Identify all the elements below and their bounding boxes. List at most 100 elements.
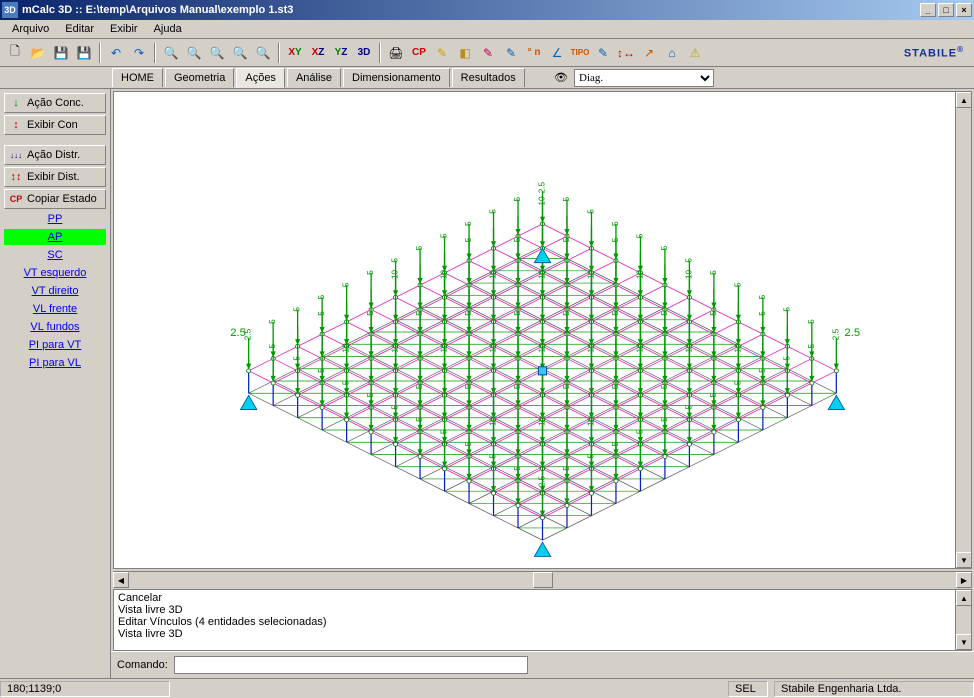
load-state-vl-frente[interactable]: VL frente [4, 301, 106, 317]
angle-button[interactable]: ∠ [546, 42, 568, 64]
support-button[interactable]: ⌂ [661, 42, 683, 64]
saveas-button[interactable]: 💾 [73, 42, 95, 64]
load-state-vt-direito[interactable]: VT direito [4, 283, 106, 299]
maximize-button[interactable]: □ [938, 3, 954, 17]
share-button[interactable]: ↗ [638, 42, 660, 64]
load-state-sc[interactable]: SC [4, 247, 106, 263]
sidebar-acao-conc[interactable]: ↓ Ação Conc. [4, 93, 106, 113]
app-icon: 3D [2, 2, 18, 18]
open-icon: 📂 [31, 46, 46, 60]
log-line: Vista livre 3D [118, 604, 967, 616]
svg-text:5: 5 [293, 307, 302, 312]
view-xy-button[interactable]: XY [284, 42, 306, 64]
open-button[interactable]: 📂 [27, 42, 49, 64]
svg-text:5: 5 [513, 311, 522, 316]
print-button[interactable]: 🖨 [385, 42, 407, 64]
warn-button[interactable]: ⚠ [684, 42, 706, 64]
horiz-scrollbar[interactable]: ◀ ▶ [113, 571, 972, 587]
new-button[interactable]: 🗋 [4, 42, 26, 64]
svg-text:10: 10 [489, 269, 498, 279]
svg-text:5: 5 [464, 441, 473, 446]
log-line: Editar Vínculos (4 entidades selecionada… [118, 616, 967, 628]
scroll-down-icon[interactable]: ▼ [956, 552, 972, 568]
tab-analise[interactable]: Análise [287, 68, 341, 87]
load-state-pi-para-vl[interactable]: PI para VL [4, 355, 106, 371]
svg-text:2.5: 2.5 [844, 327, 860, 339]
warn-icon: ⚠ [690, 46, 701, 60]
zoom-in-button[interactable]: 🔍 [229, 42, 251, 64]
svg-text:5: 5 [611, 311, 620, 316]
tab-dimensionamento[interactable]: Dimensionamento [343, 68, 450, 87]
load-state-vl-fundos[interactable]: VL fundos [4, 319, 106, 335]
svg-text:5: 5 [782, 356, 791, 361]
arrows-button[interactable]: ↕↔ [615, 42, 637, 64]
cp-icon: CP [9, 194, 23, 204]
tab-resultados[interactable]: Resultados [452, 68, 525, 87]
scroll-up-icon[interactable]: ▲ [956, 92, 972, 108]
tool-a-button[interactable]: ✎ [477, 42, 499, 64]
viewport[interactable]: 2.5555555555552.551051055551055551051055… [113, 91, 972, 569]
menu-exibir[interactable]: Exibir [102, 21, 146, 37]
tab-acoes[interactable]: Ações [236, 68, 285, 88]
tab-home[interactable]: HOME [112, 68, 163, 87]
scroll-right-icon[interactable]: ▶ [956, 572, 972, 588]
load-state-pi-para-vt[interactable]: PI para VT [4, 337, 106, 353]
redo-button[interactable]: ↷ [128, 42, 150, 64]
undo-button[interactable]: ↶ [105, 42, 127, 64]
svg-text:5: 5 [415, 245, 424, 250]
toggle-icon: ↕ [9, 119, 23, 131]
svg-text:5: 5 [807, 319, 816, 324]
sidebar-exibir-con[interactable]: ↕ Exibir Con [4, 115, 106, 135]
scroll-up-icon[interactable]: ▲ [956, 590, 972, 606]
edit1-button[interactable]: ✎ [592, 42, 614, 64]
save-button[interactable]: 💾 [50, 42, 72, 64]
sidebar-label: Exibir Dist. [27, 171, 80, 183]
zoom-window-button[interactable]: 🔍 [206, 42, 228, 64]
log-scrollbar[interactable]: ▲ ▼ [955, 590, 971, 650]
menu-ajuda[interactable]: Ajuda [146, 21, 190, 37]
sidebar-exibir-dist[interactable]: ↕↕ Exibir Dist. [4, 167, 106, 187]
saveas-icon: 💾 [77, 46, 92, 60]
svg-text:5: 5 [782, 307, 791, 312]
zoom-prev-button[interactable]: 🔍 [183, 42, 205, 64]
scroll-down-icon[interactable]: ▼ [956, 634, 972, 650]
view-yz-button[interactable]: YZ [330, 42, 352, 64]
tipo-button[interactable]: TIPO [569, 42, 591, 64]
menu-bar: Arquivo Editar Exibir Ajuda [0, 20, 974, 39]
sidebar-copiar-estado[interactable]: CP Copiar Estado [4, 189, 106, 209]
view-xz-button[interactable]: XZ [307, 42, 329, 64]
tab-geometria[interactable]: Geometria [165, 68, 234, 87]
sidebar-label: Exibir Con [27, 119, 78, 131]
angle-icon: ∠ [552, 46, 563, 60]
deg-n-button[interactable]: ° n [523, 42, 545, 64]
truss-drawing: 2.5555555555552.551051055551055551051055… [114, 92, 971, 568]
load-state-pp[interactable]: PP [4, 211, 106, 227]
scroll-thumb[interactable] [533, 572, 553, 588]
sidebar-acao-distr[interactable]: ↓↓↓ Ação Distr. [4, 145, 106, 165]
menu-arquivo[interactable]: Arquivo [4, 21, 57, 37]
zoom-out-button[interactable]: 🔍 [160, 42, 182, 64]
cp-button[interactable]: CP [408, 42, 430, 64]
scroll-left-icon[interactable]: ◀ [113, 572, 129, 588]
vert-scrollbar[interactable]: ▲ ▼ [955, 92, 971, 568]
sidebar-label: Ação Conc. [27, 97, 84, 109]
load-state-vt-esquerdo[interactable]: VT esquerdo [4, 265, 106, 281]
command-input[interactable] [174, 656, 528, 674]
share-icon: ↗ [644, 46, 654, 60]
pencil-button[interactable]: ✎ [431, 42, 453, 64]
view-3d-button[interactable]: 3D [353, 42, 375, 64]
zoom-all-button[interactable]: 🔍 [252, 42, 274, 64]
menu-editar[interactable]: Editar [57, 21, 102, 37]
svg-text:5: 5 [611, 237, 620, 242]
close-button[interactable]: × [956, 3, 972, 17]
svg-text:5: 5 [342, 380, 351, 385]
minimize-button[interactable]: _ [920, 3, 936, 17]
load-state-ap[interactable]: AP [4, 229, 106, 245]
svg-text:10: 10 [635, 269, 644, 279]
brand-label: STABILE® [904, 45, 970, 60]
eraser-button[interactable]: ◧ [454, 42, 476, 64]
svg-text:5: 5 [268, 319, 277, 324]
svg-text:5: 5 [684, 405, 693, 410]
tool-b-button[interactable]: ✎ [500, 42, 522, 64]
view-select[interactable]: Diag. [574, 69, 714, 87]
